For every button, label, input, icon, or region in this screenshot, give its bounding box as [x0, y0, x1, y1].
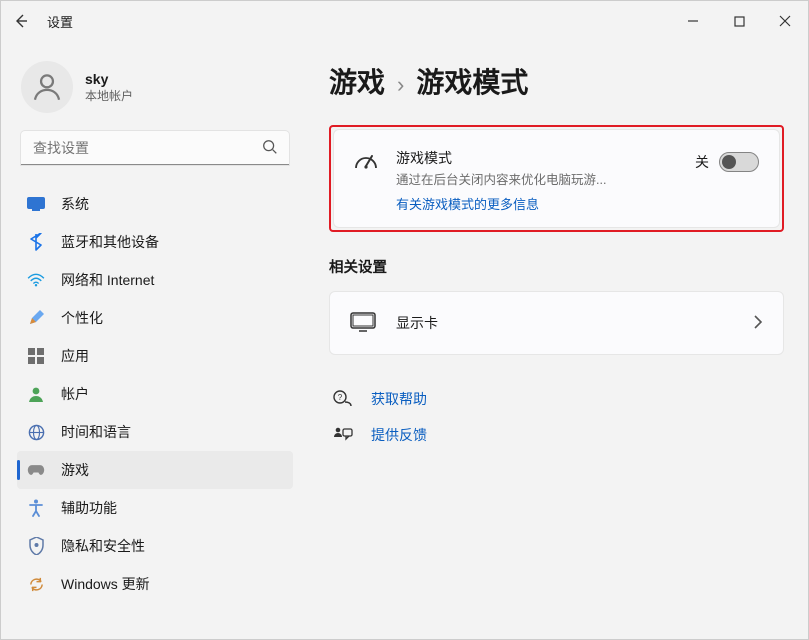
user-subtitle: 本地帐户 — [85, 87, 133, 104]
back-arrow-icon — [13, 13, 29, 29]
sidebar-item-label: 帐户 — [61, 384, 89, 404]
search-box — [21, 131, 289, 165]
breadcrumb-parent[interactable]: 游戏 — [329, 61, 385, 101]
sidebar-item-privacy[interactable]: 隐私和安全性 — [17, 527, 293, 565]
sidebar-item-label: 个性化 — [61, 308, 103, 328]
page-title: 游戏模式 — [416, 61, 528, 101]
privacy-icon — [27, 537, 45, 555]
close-button[interactable] — [762, 1, 808, 41]
display-adapter-link[interactable]: 显示卡 — [329, 291, 784, 355]
sidebar-item-system[interactable]: 系统 — [17, 185, 293, 223]
main-content: 游戏 › 游戏模式 游戏模式 通过在后台关闭内容来优化电脑玩游... 有关游戏模… — [301, 41, 808, 639]
sidebar-item-network[interactable]: 网络和 Internet — [17, 261, 293, 299]
app-title: 设置 — [47, 12, 73, 31]
display-icon — [350, 312, 376, 335]
sidebar-item-label: Windows 更新 — [61, 574, 150, 594]
feedback-link[interactable]: 提供反馈 — [329, 417, 784, 453]
time-lang-icon — [27, 423, 45, 441]
system-icon — [27, 195, 45, 213]
game-mode-texts: 游戏模式 通过在后台关闭内容来优化电脑玩游... 有关游戏模式的更多信息 — [396, 148, 677, 213]
bluetooth-icon — [27, 233, 45, 251]
breadcrumb: 游戏 › 游戏模式 — [329, 61, 784, 101]
nav-list: 系统 蓝牙和其他设备 网络和 Internet 个性化 应用 帐户 — [17, 185, 293, 603]
feedback-icon — [333, 426, 353, 444]
user-name: sky — [85, 71, 133, 87]
toggle-knob — [722, 155, 736, 169]
svg-text:?: ? — [338, 393, 343, 402]
sidebar-item-apps[interactable]: 应用 — [17, 337, 293, 375]
close-icon — [779, 15, 791, 27]
user-block[interactable]: sky 本地帐户 — [17, 57, 293, 129]
game-mode-toggle[interactable] — [719, 152, 759, 172]
accessibility-icon — [27, 499, 45, 517]
person-icon — [30, 70, 64, 104]
sidebar-item-accessibility[interactable]: 辅助功能 — [17, 489, 293, 527]
sidebar-item-update[interactable]: Windows 更新 — [17, 565, 293, 603]
sidebar-item-label: 网络和 Internet — [61, 270, 154, 290]
speedometer-icon — [354, 150, 378, 173]
get-help-link[interactable]: ? 获取帮助 — [329, 381, 784, 417]
sidebar-item-label: 隐私和安全性 — [61, 536, 145, 556]
search-input[interactable] — [21, 131, 289, 165]
get-help-label: 获取帮助 — [371, 389, 427, 409]
breadcrumb-sep: › — [397, 72, 404, 98]
sidebar-item-time-language[interactable]: 时间和语言 — [17, 413, 293, 451]
sidebar-item-label: 游戏 — [61, 460, 89, 480]
minimize-button[interactable] — [670, 1, 716, 41]
sidebar-item-gaming[interactable]: 游戏 — [17, 451, 293, 489]
maximize-icon — [734, 16, 745, 27]
game-mode-card: 游戏模式 通过在后台关闭内容来优化电脑玩游... 有关游戏模式的更多信息 关 — [333, 129, 780, 228]
window-controls — [670, 1, 808, 41]
minimize-icon — [687, 15, 699, 27]
display-adapter-label: 显示卡 — [396, 313, 438, 333]
titlebar: 设置 — [1, 1, 808, 41]
game-mode-state-label: 关 — [695, 152, 709, 172]
sidebar-item-personalize[interactable]: 个性化 — [17, 299, 293, 337]
network-icon — [27, 271, 45, 289]
maximize-button[interactable] — [716, 1, 762, 41]
related-heading: 相关设置 — [329, 256, 784, 277]
user-texts: sky 本地帐户 — [85, 71, 133, 104]
sidebar-item-bluetooth[interactable]: 蓝牙和其他设备 — [17, 223, 293, 261]
help-icon: ? — [333, 390, 353, 408]
highlight-box: 游戏模式 通过在后台关闭内容来优化电脑玩游... 有关游戏模式的更多信息 关 — [329, 125, 784, 232]
sidebar-item-label: 时间和语言 — [61, 422, 131, 442]
chevron-right-icon — [753, 315, 763, 332]
back-button[interactable] — [1, 1, 41, 41]
sidebar-item-label: 辅助功能 — [61, 498, 117, 518]
gaming-icon — [27, 461, 45, 479]
game-mode-info-link[interactable]: 有关游戏模式的更多信息 — [396, 194, 539, 213]
apps-icon — [27, 347, 45, 365]
update-icon — [27, 575, 45, 593]
sidebar-item-label: 应用 — [61, 346, 89, 366]
game-mode-toggle-group: 关 — [695, 152, 759, 172]
game-mode-desc: 通过在后台关闭内容来优化电脑玩游... — [396, 169, 677, 188]
avatar — [21, 61, 73, 113]
search-icon[interactable] — [261, 138, 279, 159]
game-mode-title: 游戏模式 — [396, 148, 677, 168]
accounts-icon — [27, 385, 45, 403]
sidebar-item-label: 系统 — [61, 194, 89, 214]
sidebar-item-accounts[interactable]: 帐户 — [17, 375, 293, 413]
sidebar-item-label: 蓝牙和其他设备 — [61, 232, 159, 252]
feedback-label: 提供反馈 — [371, 425, 427, 445]
personalize-icon — [27, 309, 45, 327]
sidebar: sky 本地帐户 系统 蓝牙和其他设备 网络和 Internet — [1, 41, 301, 639]
